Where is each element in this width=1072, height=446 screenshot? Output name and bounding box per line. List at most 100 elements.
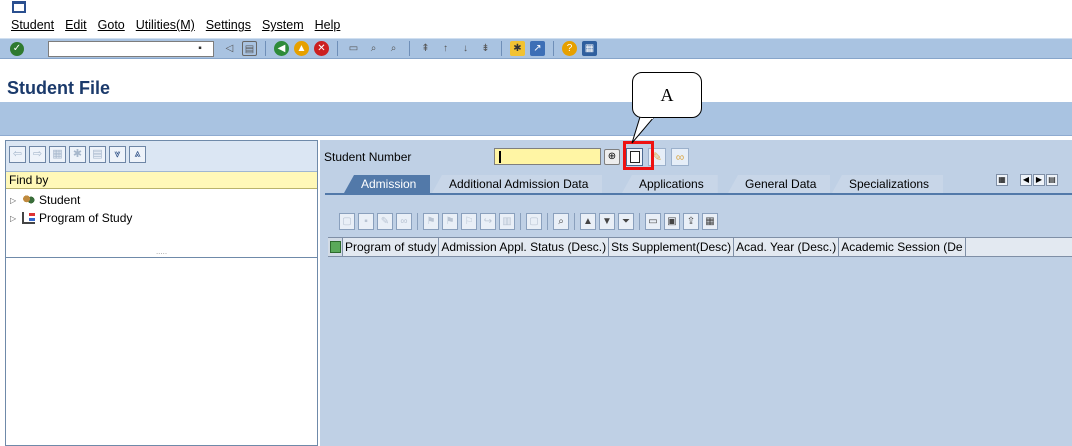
- tab-general-data[interactable]: General Data: [728, 175, 831, 193]
- menu-items: Student Edit Goto Utilities(M) Settings …: [11, 18, 340, 32]
- grid-edit-icon[interactable]: ✎: [377, 212, 393, 230]
- expand-arrow-icon[interactable]: ▷: [10, 214, 18, 223]
- nav-toolbar: ⇦ ⇨ ▦ ✱ ▤ ⩔ ⩓: [6, 141, 317, 172]
- nav-tree-icon[interactable]: ▦: [49, 146, 66, 163]
- callout-label: A: [660, 85, 674, 105]
- toolbar-separator: [265, 41, 266, 56]
- tab-additional-admission-data[interactable]: Additional Admission Data: [432, 175, 603, 193]
- grid-separator: [639, 212, 640, 230]
- grid-unflag-icon[interactable]: ⚐: [461, 212, 477, 230]
- grid-create-icon[interactable]: ▢: [339, 212, 355, 230]
- views-icon[interactable]: ▣: [664, 212, 680, 230]
- pane-resizer[interactable]: .....: [6, 248, 317, 258]
- toolbar-separator: [501, 41, 502, 56]
- tab-panel-admission: ▢ ▪ ✎ ∞ ⚑ ⚑ ⚐ ↪ ▥ ▢ ⌕ ▲ ▼ ⏷ ▭ ▣ ⇪ ▦ Prog…: [325, 193, 1072, 446]
- column-header[interactable]: Admission Appl. Status (Desc.): [439, 238, 610, 256]
- sort-descending-icon[interactable]: ▼: [599, 212, 615, 230]
- tab-scroll-right-icon[interactable]: ▶: [1033, 174, 1045, 186]
- menu-student[interactable]: Student: [11, 18, 54, 32]
- last-page-icon[interactable]: ⇟: [478, 41, 493, 56]
- display-button[interactable]: ∞: [671, 148, 689, 166]
- find-icon[interactable]: ⌕: [366, 41, 381, 56]
- exit-icon[interactable]: ▲: [294, 41, 309, 56]
- cancel-icon[interactable]: ✕: [314, 41, 329, 56]
- sap-window-icon[interactable]: [12, 1, 26, 13]
- nav-close-icon[interactable]: ✱: [69, 146, 86, 163]
- grid-display-icon[interactable]: ∞: [396, 212, 412, 230]
- standard-toolbar: ✓ ▪ ◁ ▤ ◀ ▲ ✕ ▭ ⌕ ⌕ ⇞ ↑ ↓ ⇟ ✱ ↗ ? ▦: [0, 38, 1072, 59]
- grid-flag-icon[interactable]: ⚑: [423, 212, 439, 230]
- tab-specializations[interactable]: Specializations: [832, 175, 944, 193]
- print-grid-icon[interactable]: ▭: [645, 212, 661, 230]
- command-field[interactable]: [48, 41, 214, 57]
- collapse-icon[interactable]: ⩔: [109, 146, 126, 163]
- admission-grid: Program of study Admission Appl. Status …: [328, 237, 1072, 257]
- menu-help[interactable]: Help: [315, 18, 341, 32]
- tree-item-program-of-study[interactable]: ▷ Program of Study: [10, 211, 132, 225]
- menu-system[interactable]: System: [262, 18, 304, 32]
- previous-page-icon[interactable]: ↑: [438, 41, 453, 56]
- application-toolbar: [0, 102, 1072, 136]
- select-all-icon[interactable]: [328, 238, 343, 256]
- tab-list-icon[interactable]: ▤: [1046, 174, 1058, 186]
- print-icon[interactable]: ▭: [346, 41, 361, 56]
- nav-list-icon[interactable]: ▤: [89, 146, 106, 163]
- filter-icon[interactable]: ⏷: [618, 212, 634, 230]
- enter-icon[interactable]: ✓: [10, 42, 24, 56]
- grid-separator: [417, 212, 418, 230]
- menu-goto[interactable]: Goto: [98, 18, 125, 32]
- program-of-study-icon: [22, 212, 35, 224]
- tab-admission[interactable]: Admission: [344, 175, 431, 193]
- toolbar-separator: [337, 41, 338, 56]
- grid-redirect-icon[interactable]: ↪: [480, 212, 496, 230]
- nav-forward-icon[interactable]: ⇨: [29, 146, 46, 163]
- grid-details-icon[interactable]: ▢: [526, 212, 542, 230]
- nav-back-icon[interactable]: ⇦: [9, 146, 26, 163]
- grid-copy-icon[interactable]: ▪: [358, 212, 374, 230]
- find-next-icon[interactable]: ⌕: [386, 41, 401, 56]
- grid-delete-icon[interactable]: ▥: [499, 212, 515, 230]
- menu-utilities[interactable]: Utilities(M): [136, 18, 195, 32]
- first-page-icon[interactable]: ⇞: [418, 41, 433, 56]
- column-header[interactable]: Academic Session (De: [839, 238, 966, 256]
- layout-grid-icon[interactable]: ▦: [702, 212, 718, 230]
- menu-settings[interactable]: Settings: [206, 18, 251, 32]
- grid-separator: [547, 212, 548, 230]
- tree-label-student: Student: [39, 193, 81, 207]
- grid-detail-view-icon[interactable]: ⌕: [553, 212, 569, 230]
- tab-applications[interactable]: Applications: [622, 175, 718, 193]
- save-icon[interactable]: ▤: [242, 41, 257, 56]
- expand-arrow-icon[interactable]: ▷: [10, 196, 18, 205]
- tab-strip: Admission Additional Admission Data Appl…: [320, 171, 1072, 193]
- student-number-input[interactable]: [494, 148, 601, 165]
- toolbar-icon-group: ◁ ▤ ◀ ▲ ✕ ▭ ⌕ ⌕ ⇞ ↑ ↓ ⇟ ✱ ↗ ? ▦: [222, 41, 597, 56]
- new-session-icon[interactable]: ✱: [510, 41, 525, 56]
- command-history-icon[interactable]: ▪: [194, 42, 206, 56]
- column-header[interactable]: Program of study: [343, 238, 440, 256]
- sort-ascending-icon[interactable]: ▲: [580, 212, 596, 230]
- column-header[interactable]: Acad. Year (Desc.): [734, 238, 840, 256]
- detail-pane: Student Number ⊕ ✎ ∞ Admission Additiona…: [320, 140, 1072, 446]
- grid-toolbar: ▢ ▪ ✎ ∞ ⚑ ⚑ ⚐ ↪ ▥ ▢ ⌕ ▲ ▼ ⏷ ▭ ▣ ⇪ ▦: [339, 211, 718, 231]
- callout-pointer: [631, 117, 655, 144]
- student-icon: [22, 194, 35, 206]
- tree-item-student[interactable]: ▷ Student: [10, 193, 80, 207]
- layout-icon[interactable]: ▦: [582, 41, 597, 56]
- menu-edit[interactable]: Edit: [65, 18, 87, 32]
- page-title: Student File: [7, 78, 110, 98]
- tab-scroll-left-icon[interactable]: ◀: [1020, 174, 1032, 186]
- help-icon[interactable]: ?: [562, 41, 577, 56]
- next-page-icon[interactable]: ↓: [458, 41, 473, 56]
- value-help-icon[interactable]: ⊕: [604, 149, 620, 165]
- results-area: [6, 259, 317, 445]
- export-icon[interactable]: ⇪: [683, 212, 699, 230]
- shortcut-icon[interactable]: ↗: [530, 41, 545, 56]
- grid-flag-menu-icon[interactable]: ⚑: [442, 212, 458, 230]
- tab-menu-icon[interactable]: ▦: [996, 174, 1008, 186]
- back-icon[interactable]: ◀: [274, 41, 289, 56]
- column-header[interactable]: Sts Supplement(Desc): [609, 238, 735, 256]
- find-by-header: Find by: [6, 172, 317, 189]
- text-cursor: [499, 151, 501, 163]
- expand-icon[interactable]: ⩓: [129, 146, 146, 163]
- back-arrow-icon[interactable]: ◁: [222, 41, 237, 56]
